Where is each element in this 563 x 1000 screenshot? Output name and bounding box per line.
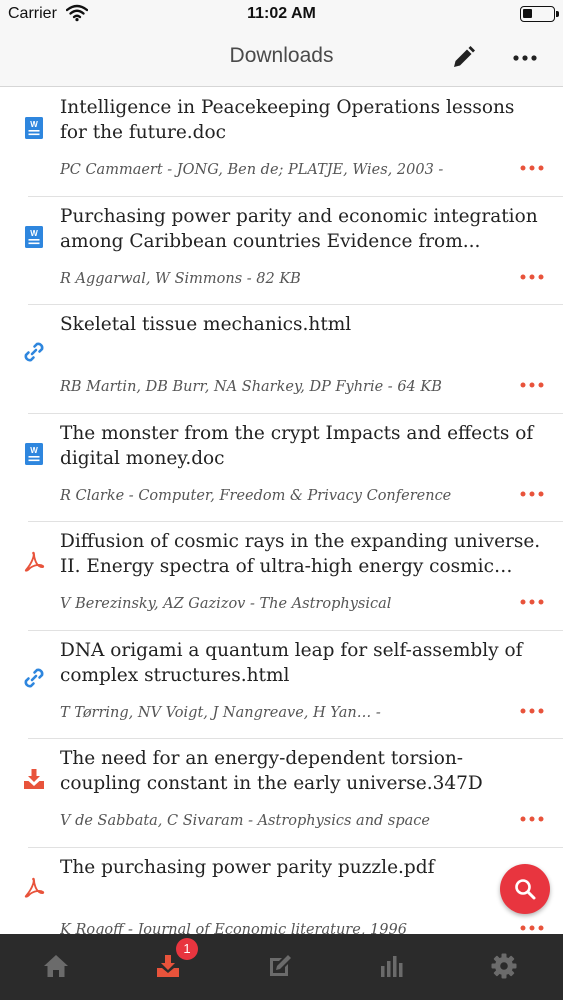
item-title[interactable]: Purchasing power parity and economic int… [60,204,543,254]
item-title[interactable]: The need for an energy-dependent torsion… [60,746,543,796]
tab-home[interactable] [0,934,112,1000]
list-item[interactable]: Diffusion of cosmic rays in the expandin… [24,522,563,631]
clock-time: 11:02 AM [247,5,316,22]
more-horizontal-icon [520,165,544,171]
navigation-bar: Downloads [0,30,563,87]
list-item[interactable]: W The monster from the crypt Impacts and… [25,414,563,522]
item-title[interactable]: Skeletal tissue mechanics.html [60,312,543,337]
list-item[interactable]: DNA origami a quantum leap for self-asse… [24,631,563,739]
page-title: Downloads [229,44,334,67]
list-item[interactable]: Skeletal tissue mechanics.html RB Martin,… [24,305,563,414]
more-options-button[interactable] [510,45,540,71]
more-horizontal-icon [520,925,544,930]
item-title[interactable]: The purchasing power parity puzzle.pdf [60,855,543,880]
svg-text:W: W [30,120,38,129]
word-document-icon: W [22,225,46,249]
item-title[interactable]: The monster from the crypt Impacts and e… [60,421,543,471]
downloads-list[interactable]: W Intelligence in Peacekeeping Operation… [0,88,563,934]
item-more-button[interactable] [517,486,547,502]
item-meta: PC Cammaert - JONG, Ben de; PLATJE, Wies… [60,162,444,178]
item-more-button[interactable] [517,920,547,935]
item-more-button[interactable] [517,811,547,827]
more-horizontal-icon [520,816,544,822]
more-horizontal-icon [513,55,537,61]
home-icon [44,955,68,977]
edit-button[interactable] [450,45,476,71]
word-document-icon: W [22,442,46,466]
word-document-icon: W [22,116,46,140]
svg-text:W: W [30,446,38,455]
item-meta: V de Sabbata, C Sivaram - Astrophysics a… [60,813,430,829]
item-more-button[interactable] [517,269,547,285]
svg-text:W: W [30,229,38,238]
battery-icon [520,6,559,22]
item-meta: K Rogoff - Journal of Economic literatur… [60,921,407,935]
pencil-icon [454,46,475,67]
item-meta: T Tørring, NV Voigt, J Nangreave, H Yan…… [60,704,381,721]
item-meta: R Clarke - Computer, Freedom & Privacy C… [60,487,452,504]
pdf-icon [22,550,46,574]
list-item[interactable]: W Intelligence in Peacekeeping Operation… [25,88,563,197]
more-horizontal-icon [520,491,544,496]
item-more-button[interactable] [517,594,547,610]
item-meta: RB Martin, DB Burr, NA Sharkey, DP Fyhri… [60,379,442,395]
item-more-button[interactable] [517,703,547,719]
downloaded-file-icon [22,767,46,791]
more-horizontal-icon [520,382,544,388]
more-horizontal-icon [520,274,544,279]
search-icon [515,879,536,900]
tab-stats[interactable] [336,934,448,1000]
tab-notes[interactable] [224,934,336,1000]
more-horizontal-icon [520,708,544,713]
tab-settings[interactable] [448,934,560,1000]
tab-bar: 1 [0,934,563,1000]
downloads-badge: 1 [176,938,198,960]
more-horizontal-icon [520,599,544,605]
list-item[interactable]: W Purchasing power parity and economic i… [25,197,563,305]
tab-downloads[interactable]: 1 [112,934,224,1000]
item-more-button[interactable] [517,377,547,393]
pdf-icon [22,876,46,900]
link-icon [22,666,46,690]
list-item[interactable]: The purchasing power parity puzzle.pdf K … [24,848,563,935]
status-bar: Carrier 11:02 AM [0,0,563,30]
notes-icon [270,955,291,976]
link-icon [22,340,46,364]
stats-icon [381,956,403,977]
settings-icon [491,953,517,979]
item-more-button[interactable] [517,160,547,176]
item-title[interactable]: DNA origami a quantum leap for self-asse… [60,638,543,688]
item-title[interactable]: Diffusion of cosmic rays in the expandin… [60,529,543,579]
list-item[interactable]: The need for an energy-dependent torsion… [24,739,563,848]
search-fab-button[interactable] [500,864,550,914]
item-meta: V Berezinsky, AZ Gazizov - The Astrophys… [60,596,392,612]
item-meta: R Aggarwal, W Simmons - 82 KB [60,270,301,287]
item-title[interactable]: Intelligence in Peacekeeping Operations … [60,95,543,145]
